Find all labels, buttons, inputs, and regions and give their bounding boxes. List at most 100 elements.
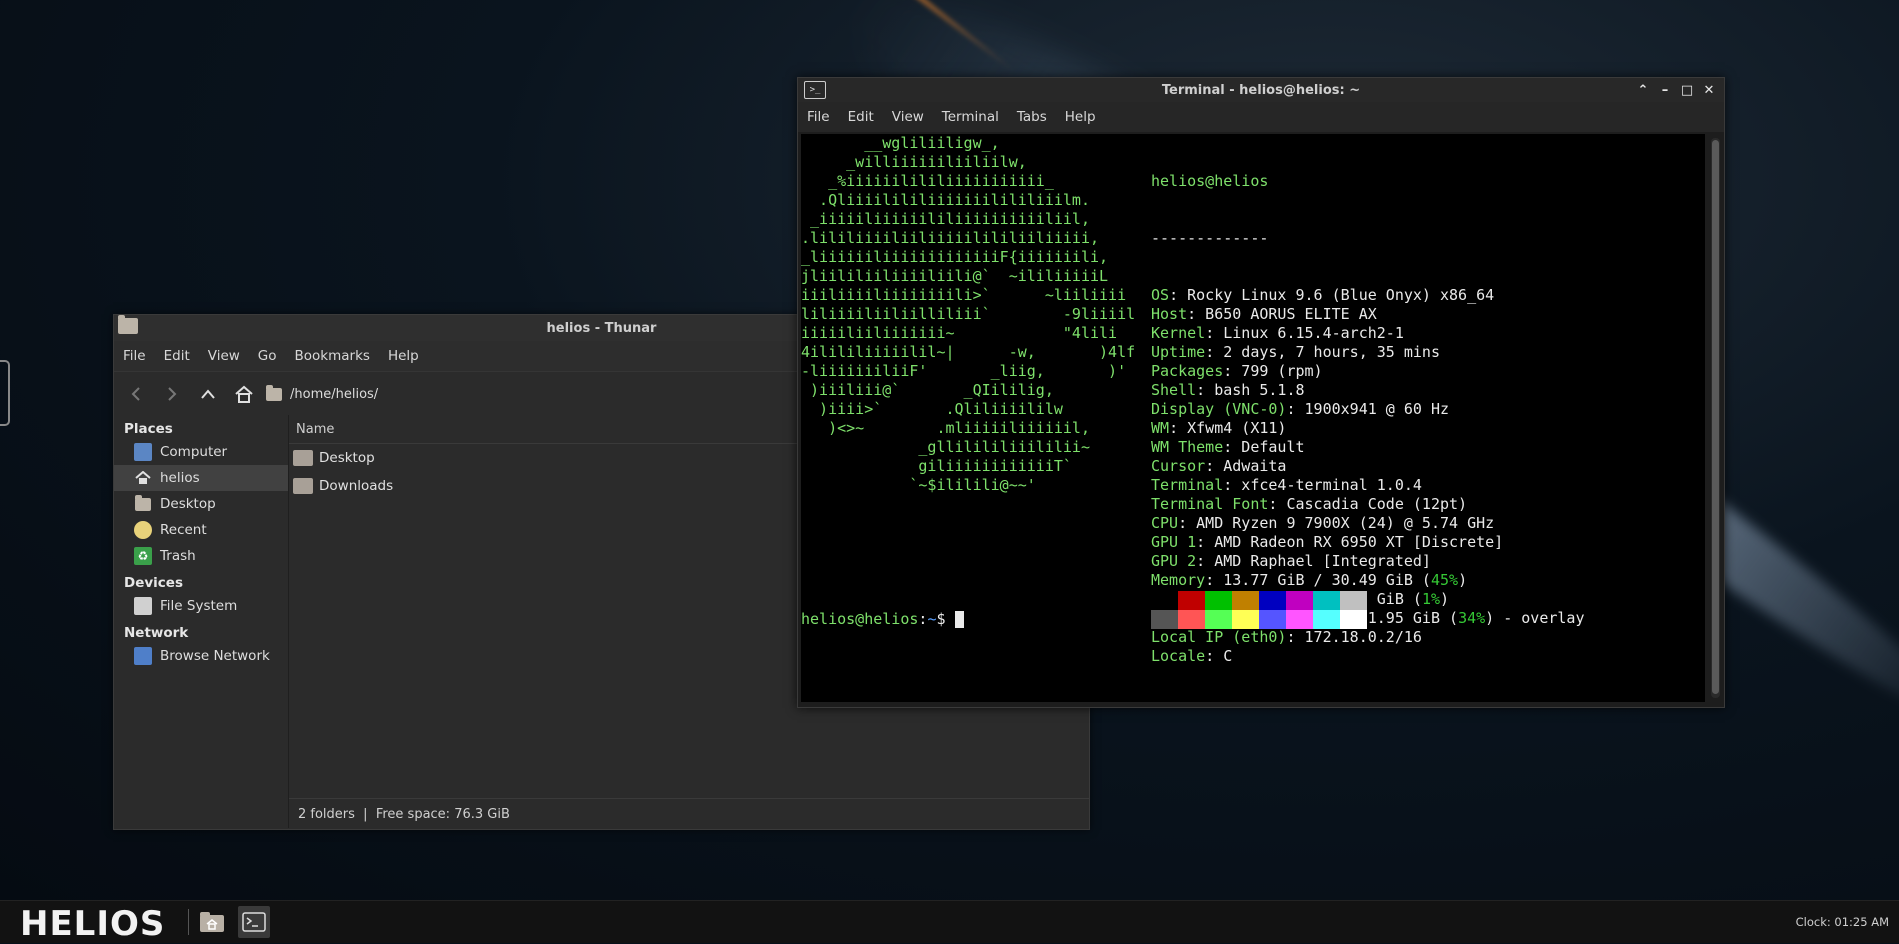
home-icon: [235, 385, 253, 403]
sidebar-item-label: Browse Network: [160, 648, 270, 664]
info-line: WM Theme: Default: [1151, 438, 1305, 456]
info-line: Uptime: 2 days, 7 hours, 35 mins: [1151, 343, 1440, 361]
sidebar-item-label: Computer: [160, 444, 228, 460]
color-swatch: [1259, 591, 1286, 610]
menu-file[interactable]: File: [798, 109, 839, 125]
color-swatch: [1151, 610, 1178, 629]
home-icon: [134, 469, 152, 487]
info-line: Kernel: Linux 6.15.4-arch2-1: [1151, 324, 1404, 342]
sidebar-item-computer[interactable]: Computer: [114, 439, 288, 465]
terminal-scrollbar[interactable]: [1711, 138, 1720, 698]
info-line: Shell: bash 5.1.8: [1151, 381, 1305, 399]
chevron-right-icon: [168, 387, 177, 401]
menu-go[interactable]: Go: [249, 348, 286, 364]
shell-prompt[interactable]: helios@helios:~$: [801, 610, 964, 628]
location-path: /home/helios/: [290, 386, 379, 402]
folder-icon: [293, 478, 313, 494]
terminal-titlebar[interactable]: >_ Terminal - helios@helios: ~ ⌃ – □ ✕: [798, 78, 1724, 102]
shade-button[interactable]: ⌃: [1636, 83, 1650, 98]
forward-button[interactable]: [154, 376, 190, 412]
menu-help[interactable]: Help: [379, 348, 428, 364]
chevron-left-icon: [131, 387, 140, 401]
menu-bookmarks[interactable]: Bookmarks: [286, 348, 379, 364]
sidebar-item-trash[interactable]: ♻ Trash: [114, 543, 288, 569]
color-swatch: [1151, 591, 1178, 610]
menu-terminal[interactable]: Terminal: [933, 109, 1008, 125]
info-line: Display (VNC-0): 1900x941 @ 60 Hz: [1151, 400, 1450, 418]
user-host: helios@helios: [1151, 172, 1269, 190]
back-button[interactable]: [118, 376, 154, 412]
menu-view[interactable]: View: [883, 109, 933, 125]
clock-icon: [134, 521, 152, 539]
menu-view[interactable]: View: [199, 348, 249, 364]
clock[interactable]: Clock: 01:25 AM: [1796, 915, 1889, 929]
drive-icon: [134, 597, 152, 615]
ascii-logo: __wgliliiligw_, _williiiiiiliiliilw, _%i…: [801, 134, 1136, 494]
color-swatch: [1259, 610, 1286, 629]
sidebar-item-browse-network[interactable]: Browse Network: [114, 643, 288, 669]
folder-icon: [293, 450, 313, 466]
sidebar-item-label: File System: [160, 598, 238, 614]
info-line: CPU: AMD Ryzen 9 7900X (24) @ 5.74 GHz: [1151, 514, 1495, 532]
home-folder-icon: [200, 912, 224, 932]
info-line: Terminal Font: Cascadia Code (12pt): [1151, 495, 1468, 513]
status-bar: 2 folders | Free space: 76.3 GiB: [289, 798, 1089, 829]
info-line: GPU 2: AMD Raphael [Integrated]: [1151, 552, 1431, 570]
taskbar: HELIOS Clock: 01:25 AM: [0, 900, 1899, 944]
taskbar-file-manager-button[interactable]: [196, 906, 228, 938]
color-swatch: [1178, 610, 1205, 629]
minimize-button[interactable]: –: [1658, 83, 1672, 98]
helios-logo[interactable]: HELIOS: [20, 904, 165, 944]
divider: -------------: [1151, 229, 1269, 247]
info-line: Memory: 13.77 GiB / 30.49 GiB (45%): [1151, 571, 1468, 589]
sidebar-item-desktop[interactable]: Desktop: [114, 491, 288, 517]
sidebar-item-label: Recent: [160, 522, 207, 538]
color-swatch: [1286, 610, 1313, 629]
home-button[interactable]: [226, 376, 262, 412]
up-button[interactable]: [190, 376, 226, 412]
window-controls: ⌃ – □ ✕: [1636, 78, 1716, 102]
info-line: Cursor: Adwaita: [1151, 457, 1287, 475]
panel-handle[interactable]: [0, 360, 10, 426]
color-swatch: [1313, 610, 1340, 629]
color-swatch: [1313, 591, 1340, 610]
color-swatch: [1205, 591, 1232, 610]
status-text: 2 folders | Free space: 76.3 GiB: [298, 806, 510, 822]
terminal-window: >_ Terminal - helios@helios: ~ ⌃ – □ ✕ F…: [797, 77, 1725, 708]
color-palette: [1151, 591, 1367, 629]
color-swatch: [1286, 591, 1313, 610]
location-bar[interactable]: /home/helios/: [266, 384, 379, 402]
sidebar-header-network: Network: [124, 625, 189, 641]
sidebar-item-recent[interactable]: Recent: [114, 517, 288, 543]
folder-icon: [266, 384, 282, 401]
terminal-title: Terminal - helios@helios: ~: [1161, 82, 1361, 98]
menu-edit[interactable]: Edit: [839, 109, 883, 125]
folder-icon: [134, 494, 152, 513]
menu-tabs[interactable]: Tabs: [1008, 109, 1056, 125]
sidebar-item-file-system[interactable]: File System: [114, 593, 288, 619]
network-icon: [134, 647, 152, 665]
info-line: GPU 1: AMD Radeon RX 6950 XT [Discrete]: [1151, 533, 1504, 551]
sidebar-header-devices: Devices: [124, 575, 183, 591]
file-name: Desktop: [319, 450, 375, 466]
terminal-icon: [242, 912, 266, 932]
color-swatch: [1340, 591, 1367, 610]
menu-edit[interactable]: Edit: [155, 348, 199, 364]
sidebar-item-helios[interactable]: helios: [114, 465, 288, 491]
sidebar-item-label: Trash: [160, 548, 196, 564]
info-line: OS: Rocky Linux 9.6 (Blue Onyx) x86_64: [1151, 286, 1495, 304]
trash-icon: ♻: [134, 547, 152, 565]
color-swatch: [1232, 591, 1259, 610]
info-line: Packages: 799 (rpm): [1151, 362, 1323, 380]
color-swatch: [1340, 610, 1367, 629]
maximize-button[interactable]: □: [1680, 83, 1694, 98]
menu-help[interactable]: Help: [1056, 109, 1105, 125]
taskbar-separator: [188, 909, 189, 935]
taskbar-terminal-button[interactable]: [238, 906, 270, 938]
close-button[interactable]: ✕: [1702, 83, 1716, 98]
menu-file[interactable]: File: [114, 348, 155, 364]
info-line: Terminal: xfce4-terminal 1.0.4: [1151, 476, 1422, 494]
color-swatch: [1205, 610, 1232, 629]
color-swatch: [1178, 591, 1205, 610]
terminal-output[interactable]: __wgliliiligw_, _williiiiiiliiliilw, _%i…: [801, 134, 1705, 702]
